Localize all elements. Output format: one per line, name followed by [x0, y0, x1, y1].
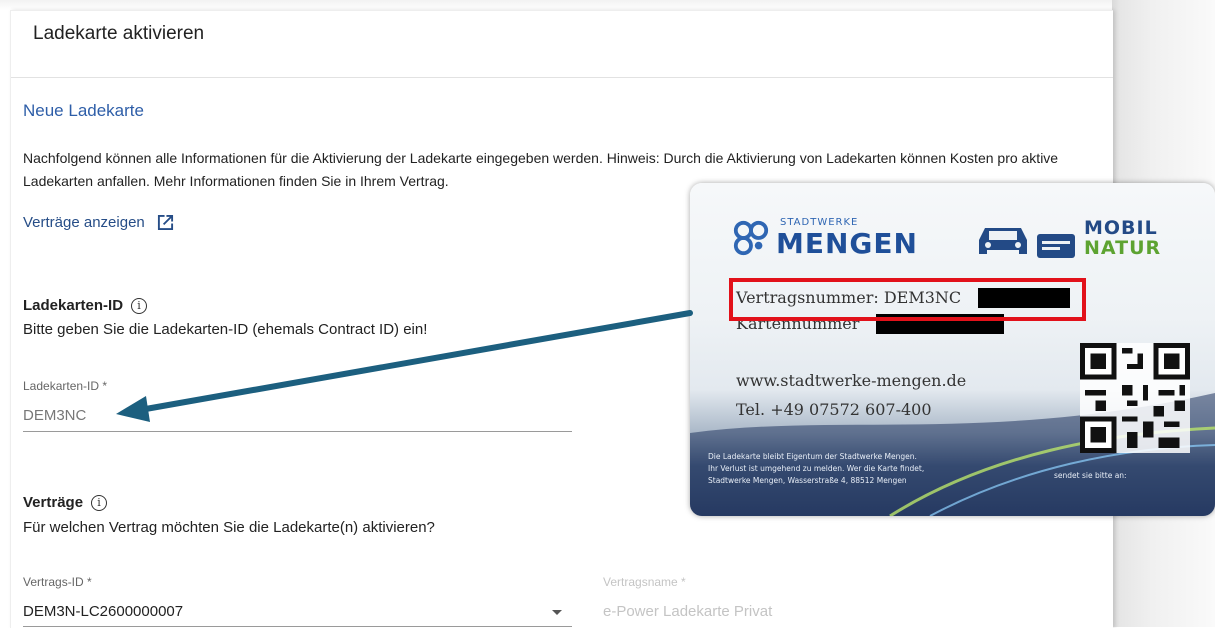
contract-id-select[interactable]: DEM3N-LC2600000007	[23, 603, 183, 620]
contracts-heading: Verträge i	[23, 494, 108, 511]
panel-header: Ladekarte aktivieren	[11, 11, 1113, 78]
contract-number-highlight	[729, 278, 1086, 321]
section-title: Neue Ladekarte	[23, 101, 144, 120]
info-icon[interactable]: i	[131, 297, 148, 314]
show-contracts-label: Verträge anzeigen	[23, 214, 145, 231]
card-footer-line3: Stadtwerke Mengen, Wasserstraße 4, 88512…	[708, 476, 907, 485]
mobil-text: MOBIL	[1084, 217, 1158, 239]
charging-card-photo: STADTWERKE MENGEN MOBIL NATUR Vertragsnu…	[690, 183, 1215, 516]
stadtwerke-logo-icon	[733, 220, 769, 256]
card-footer-text: Die Ladekarte bleibt Eigentum der Stadtw…	[708, 451, 1068, 487]
car-icon	[979, 228, 1027, 254]
card-id-input[interactable]: DEM3NC	[23, 407, 86, 424]
external-link-icon	[157, 214, 173, 231]
brand-big-text: MENGEN	[776, 227, 918, 260]
contract-id-label: Vertrags-ID *	[23, 575, 92, 589]
card-id-field-label: Ladekarten-ID *	[23, 379, 108, 393]
contract-name-label: Vertragsname *	[603, 575, 686, 589]
card-id-underline	[23, 431, 572, 432]
show-contracts-link[interactable]: Verträge anzeigen	[23, 214, 174, 231]
card-icon	[1037, 234, 1075, 258]
card-footer-line1: Die Ladekarte bleibt Eigentum der Stadtw…	[708, 452, 917, 461]
card-id-heading-text: Ladekarten-ID	[23, 297, 124, 314]
panel-title: Ladekarte aktivieren	[33, 23, 205, 44]
natur-text: NATUR	[1084, 237, 1162, 259]
card-id-heading: Ladekarten-ID i	[23, 297, 148, 314]
dropdown-arrow-icon[interactable]	[552, 610, 562, 615]
card-footer-line2: Ihr Verlust ist umgehend zu melden. Wer …	[708, 464, 925, 473]
contract-name-field: e-Power Ladekarte Privat	[603, 603, 773, 620]
contracts-help: Für welchen Vertrag möchten Sie die Lade…	[23, 519, 435, 536]
card-id-help: Bitte geben Sie die Ladekarten-ID (ehema…	[23, 321, 428, 338]
page-top-shadow	[0, 0, 1215, 10]
info-icon[interactable]: i	[91, 494, 108, 511]
contracts-heading-text: Verträge	[23, 494, 84, 511]
card-footer-right: sendet sie bitte an:	[1054, 471, 1127, 480]
card-website: www.stadtwerke-mengen.de	[736, 371, 967, 390]
qr-code	[1080, 343, 1190, 453]
card-phone: Tel. +49 07572 607-400	[736, 400, 932, 419]
